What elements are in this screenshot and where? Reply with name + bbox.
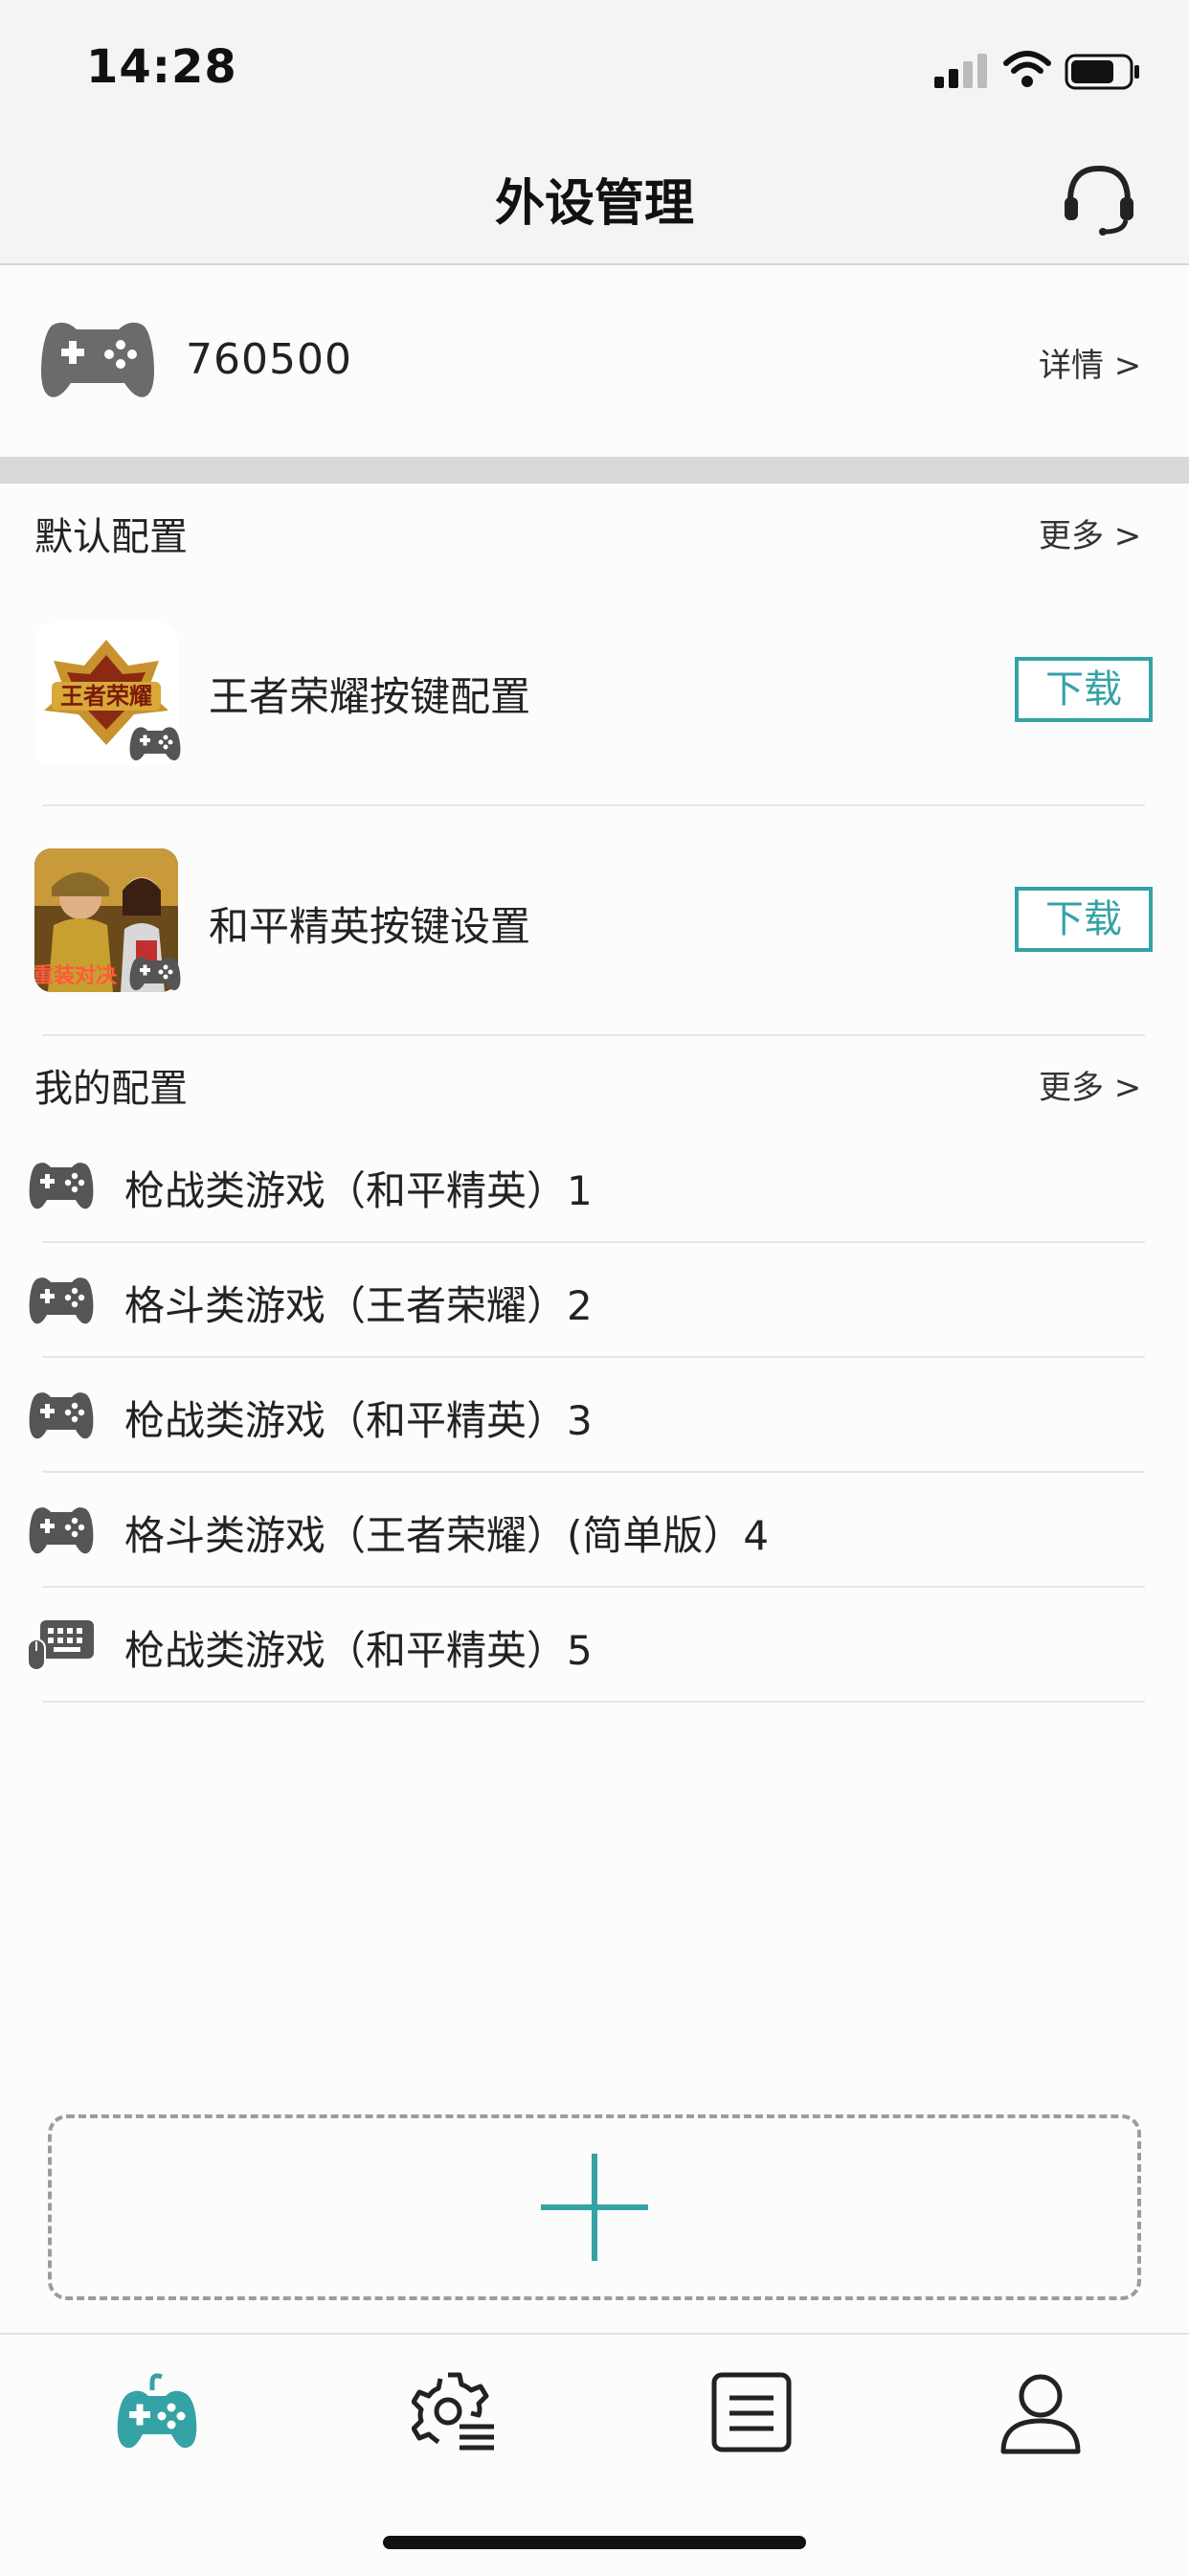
gamepad-icon: [41, 322, 154, 397]
status-time: 14:28: [86, 40, 237, 94]
thumbnail-logo-text: 王者荣耀: [60, 683, 152, 710]
device-detail-link[interactable]: 详情 >: [1039, 339, 1141, 386]
default-config-row[interactable]: [0, 806, 1189, 1034]
my-config-name: 枪战类游戏（和平精英）5: [124, 1627, 593, 1674]
row-divider: [42, 1701, 1145, 1703]
wifi-icon: [1003, 51, 1051, 87]
user-icon[interactable]: [998, 2369, 1084, 2455]
default-configs-title: 默认配置: [34, 515, 188, 559]
headset-support-icon[interactable]: [1061, 163, 1137, 236]
my-config-name: 枪战类游戏（和平精英）3: [124, 1397, 593, 1444]
settings-list-icon[interactable]: [412, 2369, 498, 2455]
my-configs-more-link[interactable]: 更多 >: [1039, 1061, 1141, 1108]
thumbnail-logo-text: 重装对决: [34, 964, 118, 988]
gamepad-tab-icon[interactable]: [114, 2369, 200, 2455]
gamepad-icon: [29, 1392, 94, 1439]
download-button[interactable]: 下载: [1015, 657, 1153, 722]
my-config-name: 格斗类游戏（王者荣耀）2: [124, 1282, 593, 1329]
device-row[interactable]: [0, 265, 1189, 457]
gamepad-icon: [29, 1507, 94, 1554]
gamepad-badge-icon: [129, 727, 181, 761]
gamepad-badge-icon: [129, 957, 181, 991]
device-name: 760500: [186, 335, 352, 384]
cellular-signal-icon: [934, 54, 987, 88]
my-configs-title: 我的配置: [34, 1067, 188, 1111]
document-icon[interactable]: [708, 2369, 795, 2455]
home-indicator: [383, 2536, 806, 2549]
default-config-name: 王者荣耀按键配置: [209, 673, 531, 720]
page-title: 外设管理: [494, 175, 694, 233]
default-config-row[interactable]: [0, 613, 1189, 804]
default-configs-more-link[interactable]: 更多 >: [1039, 509, 1141, 556]
my-config-name: 格斗类游戏（王者荣耀）(简单版）4: [124, 1512, 770, 1559]
battery-icon: [1065, 54, 1139, 90]
plus-icon: [541, 2154, 648, 2261]
default-config-name: 和平精英按键设置: [209, 903, 531, 950]
gamepad-icon: [29, 1277, 94, 1324]
section-divider: [0, 457, 1189, 484]
row-divider: [42, 1034, 1145, 1036]
download-button[interactable]: 下载: [1015, 887, 1153, 952]
keyboard-mouse-icon: [27, 1620, 94, 1671]
my-config-name: 枪战类游戏（和平精英）1: [124, 1167, 593, 1214]
gamepad-icon: [29, 1163, 94, 1209]
